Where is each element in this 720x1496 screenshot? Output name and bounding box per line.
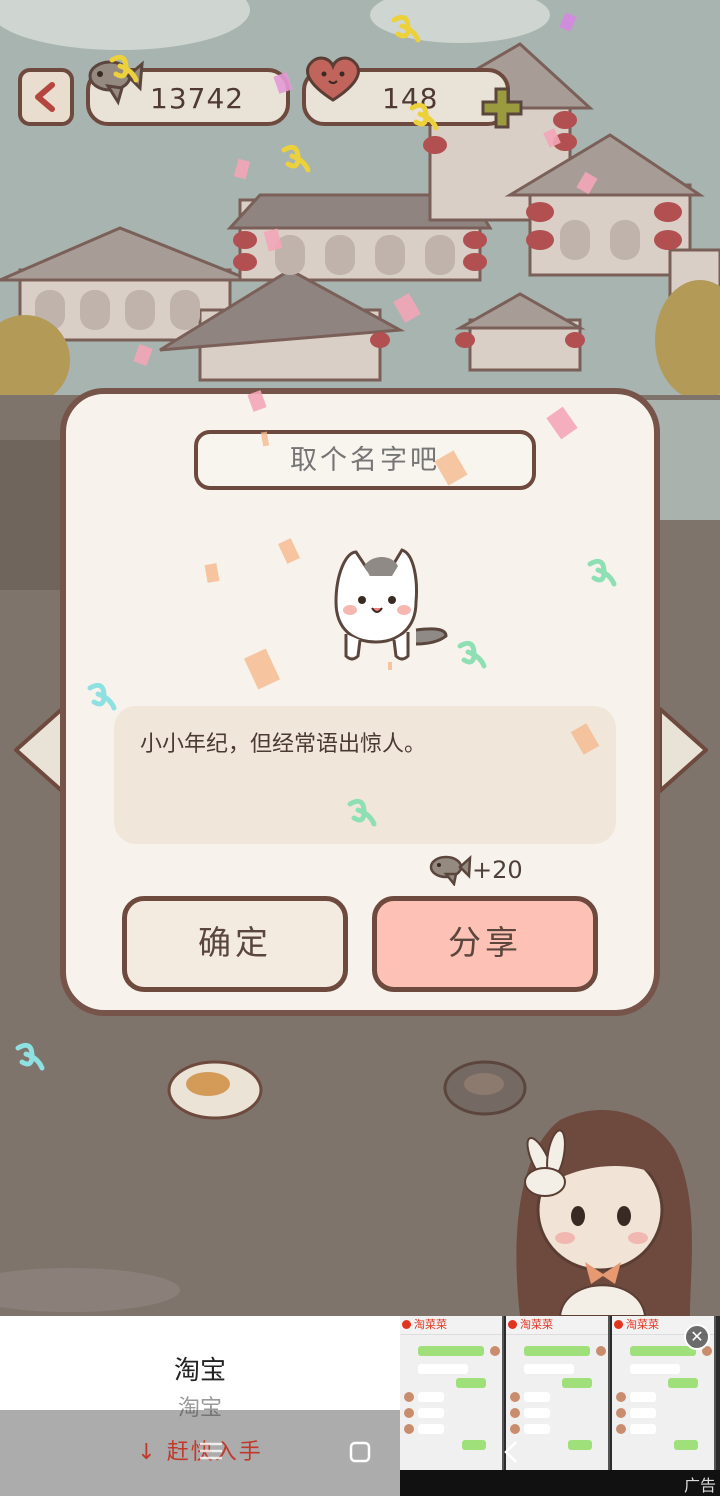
home-icon[interactable] (348, 1440, 372, 1464)
chat-preview-1: 淘菜菜 (400, 1316, 504, 1470)
ad-brand: 淘菜菜 (506, 1316, 608, 1335)
girl-character (516, 1110, 692, 1316)
ad-image[interactable]: 淘菜菜 淘菜菜 淘菜菜 (400, 1316, 720, 1496)
menu-icon[interactable] (198, 1440, 224, 1462)
ad-brand: 淘菜菜 (400, 1316, 502, 1335)
ad-title: 淘宝 (173, 1356, 226, 1386)
back-icon[interactable] (500, 1438, 524, 1466)
close-ad-button[interactable]: ✕ (684, 1324, 710, 1350)
ad-label: 广告 (684, 1476, 717, 1495)
confetti-overlay (15, 12, 617, 1071)
ad-footer (400, 1470, 720, 1496)
